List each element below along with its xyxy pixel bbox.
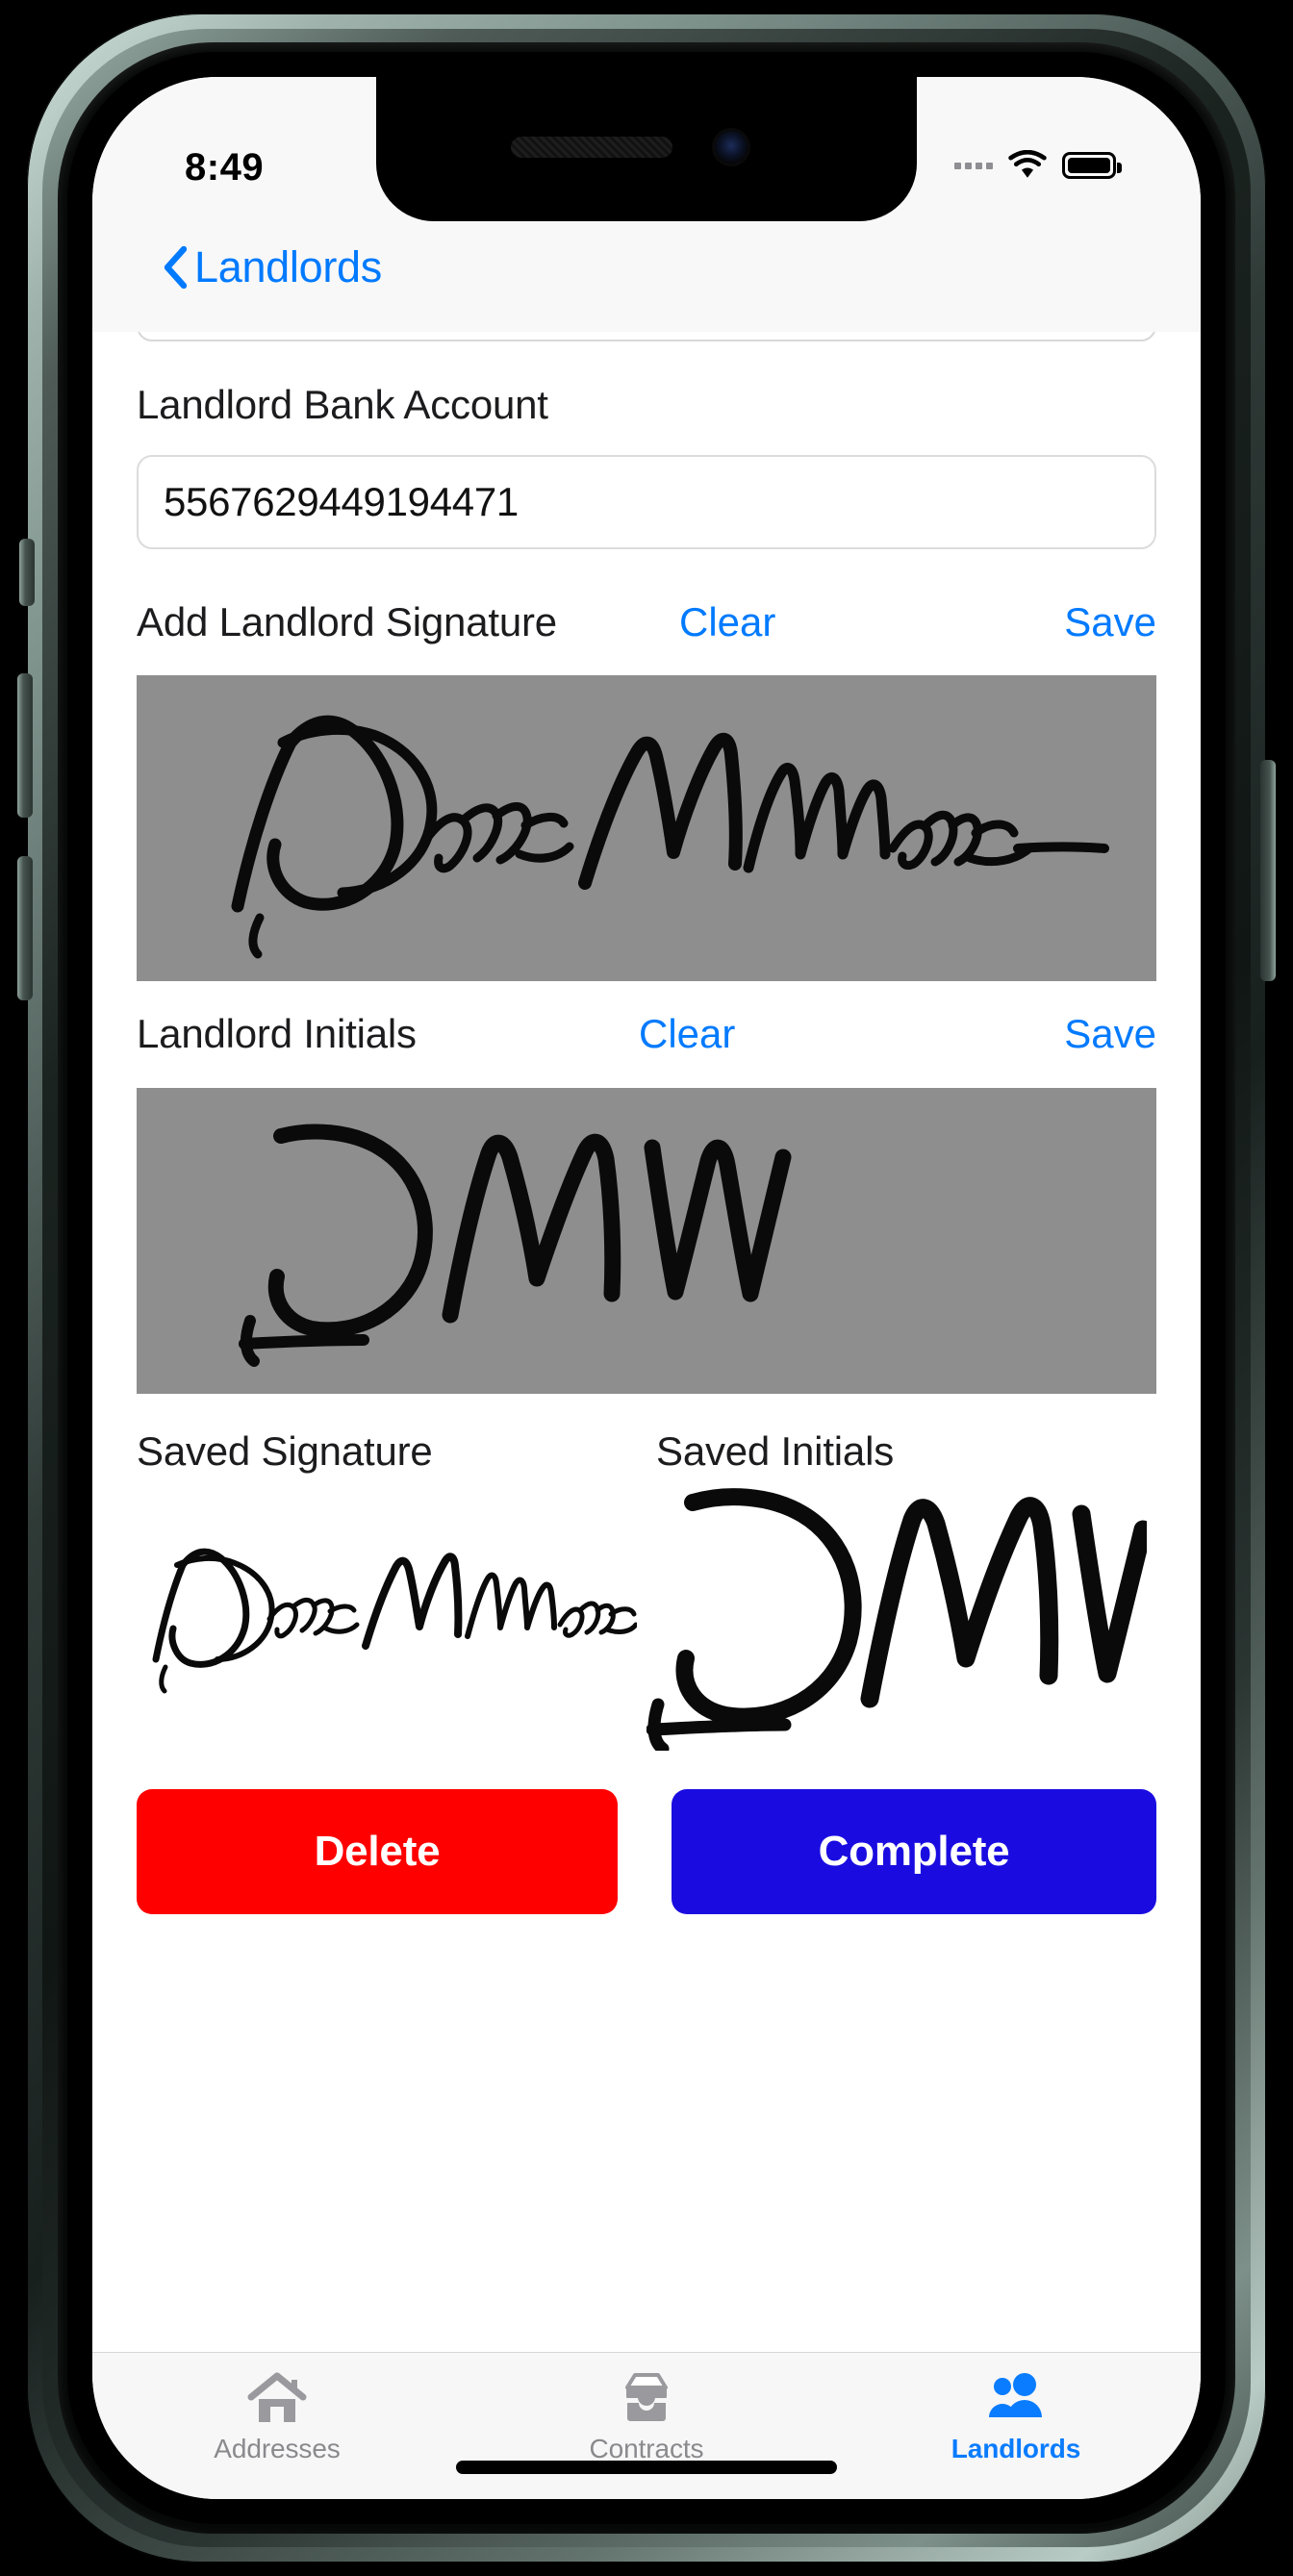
- back-button[interactable]: Landlords: [164, 242, 382, 292]
- initials-drawing-pad[interactable]: [137, 1088, 1156, 1394]
- front-camera: [715, 131, 748, 164]
- complete-button[interactable]: Complete: [672, 1789, 1156, 1914]
- screenshot-stage: 8:49 Landlords Landlord Bank Account 556…: [0, 0, 1293, 2576]
- previous-field-clipped[interactable]: [137, 332, 1156, 341]
- archive-tray-icon: [618, 2368, 675, 2428]
- tab-addresses-label: Addresses: [214, 2434, 341, 2463]
- earpiece-speaker: [511, 137, 672, 158]
- house-icon: [247, 2368, 307, 2428]
- navigation-bar: Landlords: [92, 221, 1201, 332]
- battery-full-icon: [1062, 152, 1122, 179]
- tab-contracts[interactable]: Contracts: [462, 2353, 831, 2499]
- device-notch: [376, 77, 917, 221]
- tab-bar: Addresses Contracts Landlords: [92, 2352, 1201, 2499]
- phone-screen: 8:49 Landlords Landlord Bank Account 556…: [92, 77, 1201, 2499]
- complete-button-label: Complete: [818, 1828, 1010, 1875]
- home-indicator[interactable]: [456, 2461, 837, 2474]
- initials-save-button[interactable]: Save: [1064, 1011, 1156, 1057]
- wifi-icon: [1008, 150, 1047, 178]
- power-button[interactable]: [1260, 760, 1276, 981]
- status-bar-indicators: [954, 150, 1122, 181]
- tab-addresses[interactable]: Addresses: [92, 2353, 462, 2499]
- signature-drawing-pad[interactable]: [137, 675, 1156, 981]
- saved-signature-image: [137, 1515, 637, 1736]
- volume-up-button[interactable]: [17, 673, 33, 818]
- form-scroll-content[interactable]: Landlord Bank Account 5567629449194471 A…: [92, 332, 1201, 2352]
- signature-clear-button[interactable]: Clear: [679, 599, 775, 645]
- signal-dots-icon: [954, 162, 993, 169]
- initials-ink: [239, 1124, 792, 1367]
- saved-signature-ink: [152, 1548, 637, 1694]
- bank-account-label: Landlord Bank Account: [137, 382, 548, 427]
- initials-header-row: Landlord Initials Clear Save: [92, 1005, 1201, 1063]
- delete-button-label: Delete: [314, 1828, 441, 1875]
- saved-signature-label: Saved Signature: [137, 1428, 433, 1474]
- chevron-left-icon: [164, 246, 187, 289]
- signature-header-row: Add Landlord Signature Clear Save: [92, 593, 1201, 651]
- back-button-label: Landlords: [194, 242, 382, 291]
- people-icon: [985, 2368, 1047, 2428]
- tab-landlords[interactable]: Landlords: [831, 2353, 1201, 2499]
- tab-landlords-label: Landlords: [951, 2434, 1081, 2463]
- bank-account-value: 5567629449194471: [164, 479, 519, 524]
- initials-section-label: Landlord Initials: [137, 1011, 417, 1056]
- bank-account-input[interactable]: 5567629449194471: [137, 455, 1156, 549]
- mute-switch[interactable]: [19, 539, 35, 606]
- signature-section-label: Add Landlord Signature: [137, 599, 557, 644]
- signature-ink: [231, 715, 1109, 959]
- status-bar-time: 8:49: [185, 146, 265, 189]
- saved-initials-ink: [646, 1488, 1147, 1751]
- saved-initials-image: [646, 1462, 1147, 1751]
- volume-down-button[interactable]: [17, 856, 33, 1000]
- initials-clear-button[interactable]: Clear: [639, 1011, 735, 1057]
- delete-button[interactable]: Delete: [137, 1789, 618, 1914]
- signature-save-button[interactable]: Save: [1064, 599, 1156, 645]
